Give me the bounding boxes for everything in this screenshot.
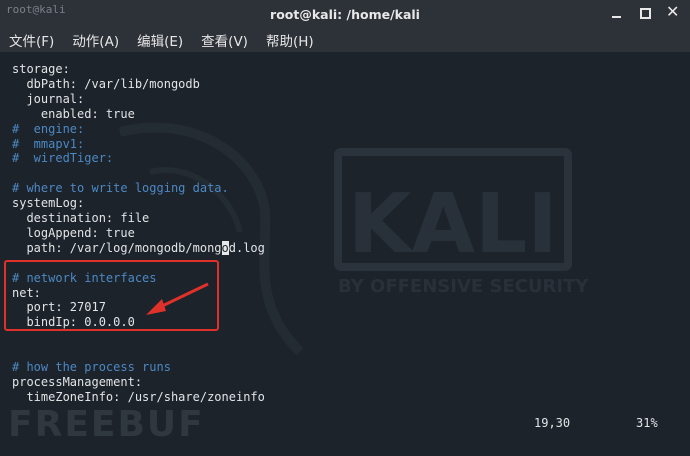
- title-bar[interactable]: root@kali root@kali: /home/kali ✕: [0, 0, 690, 28]
- comment-line: # mmapv1:: [12, 136, 85, 151]
- minimize-button[interactable]: [610, 6, 624, 20]
- code-line: processManagement:: [12, 374, 143, 389]
- code-line: dbPath: /var/lib/mongodb: [12, 76, 200, 91]
- code-line: timeZoneInfo: /usr/share/zoneinfo: [12, 389, 265, 404]
- file-percent: 31%: [636, 416, 658, 430]
- highlight-box: [4, 260, 219, 331]
- window-controls: ✕: [610, 2, 680, 21]
- comment-line: # where to write logging data.: [12, 181, 229, 196]
- code-line: path: /var/log/mongodb/mongod.log: [12, 240, 265, 255]
- code-line: enabled: true: [12, 106, 135, 121]
- comment-line: # wiredTiger:: [12, 151, 114, 166]
- menu-help[interactable]: 帮助(H): [266, 30, 314, 50]
- minimize-icon: [612, 16, 621, 18]
- freebuf-watermark: FREEBUF: [8, 404, 205, 445]
- menu-file[interactable]: 文件(F): [9, 30, 54, 50]
- menu-edit[interactable]: 编辑(E): [137, 30, 183, 50]
- menu-actions[interactable]: 动作(A): [72, 30, 119, 50]
- comment-line: # how the process runs: [12, 360, 171, 374]
- kali-logo-text: KALI: [348, 177, 558, 272]
- code-line: storage:: [12, 62, 70, 76]
- menu-view[interactable]: 查看(V): [201, 30, 248, 50]
- terminal-area[interactable]: KALI BY OFFENSIVE SECURITY storage: dbPa…: [0, 52, 690, 456]
- code-line: destination: file: [12, 211, 150, 225]
- close-icon: ✕: [666, 2, 680, 21]
- text-cursor: o: [221, 240, 229, 255]
- kali-logo-subtext: BY OFFENSIVE SECURITY: [338, 276, 589, 297]
- menu-bar: 文件(F) 动作(A) 编辑(E) 查看(V) 帮助(H): [0, 28, 690, 52]
- maximize-button[interactable]: [638, 6, 652, 20]
- code-line: systemLog:: [12, 196, 85, 211]
- code-line: logAppend: true: [12, 225, 135, 240]
- code-line: journal:: [12, 91, 85, 106]
- maximize-icon: [640, 8, 651, 19]
- comment-line: # engine:: [12, 121, 85, 136]
- terminal-window: root@kali root@kali: /home/kali ✕ 文件(F) …: [0, 0, 690, 456]
- cursor-position: 19,30: [534, 416, 571, 430]
- close-button[interactable]: ✕: [666, 2, 680, 21]
- window-title: root@kali: /home/kali: [270, 7, 420, 22]
